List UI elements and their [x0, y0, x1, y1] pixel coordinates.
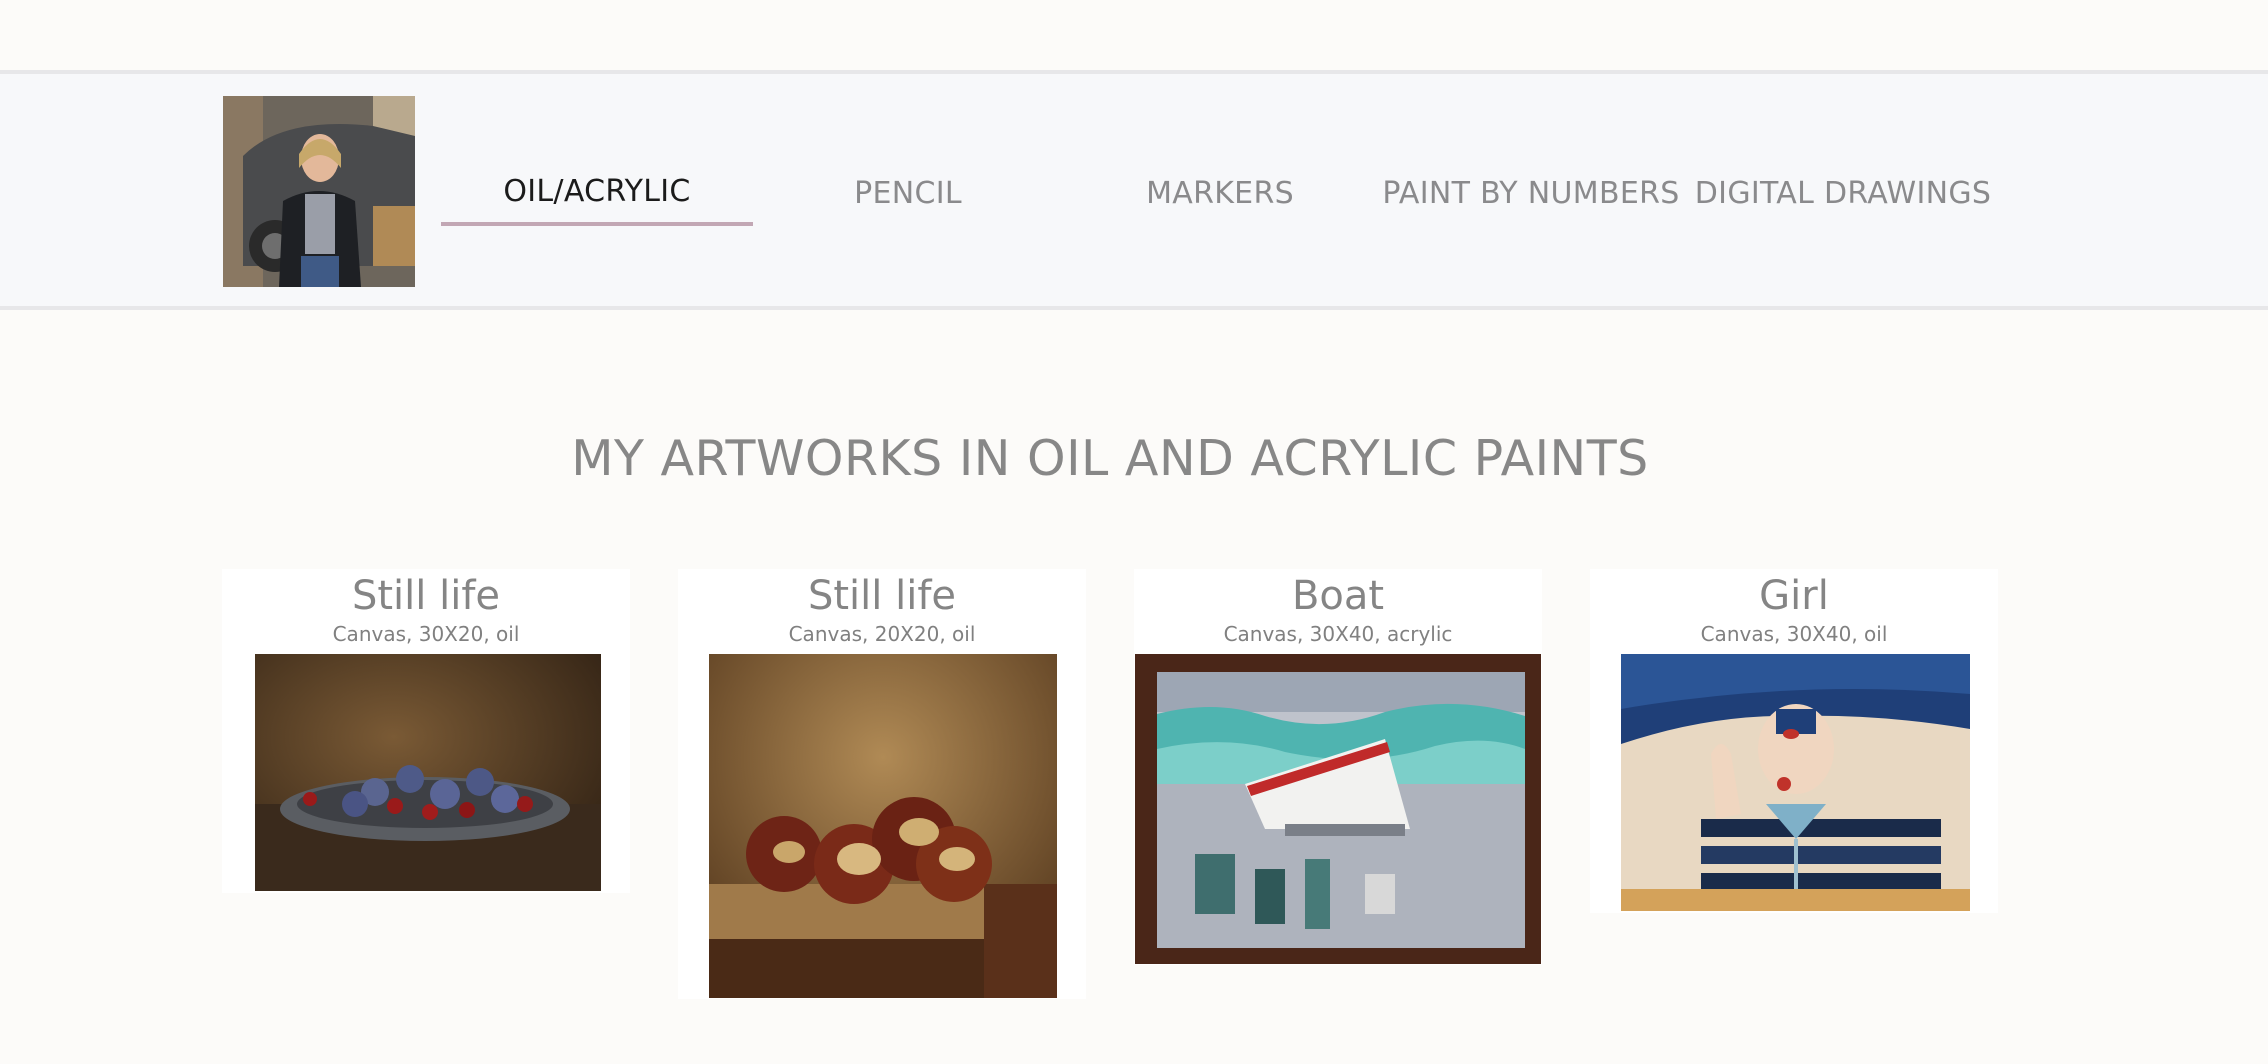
nav-tab-digital-drawings[interactable]: DIGITAL DRAWINGS	[1687, 160, 1999, 226]
artwork-title: Boat	[1291, 573, 1385, 619]
artwork-title: Still life	[807, 573, 957, 619]
artwork-title: Girl	[1759, 573, 1829, 619]
artwork-details: Canvas, 30X40, acrylic	[1223, 622, 1453, 646]
artist-avatar[interactable]	[223, 96, 415, 287]
artwork-image-still-life-cherries[interactable]	[255, 654, 601, 891]
artwork-image-girl[interactable]	[1621, 654, 1970, 911]
page-title: MY ARTWORKS IN OIL AND ACRYLIC PAINTS	[571, 430, 1649, 487]
artwork-image-boat[interactable]	[1135, 654, 1541, 964]
artwork-image-still-life-pomegranates[interactable]	[709, 654, 1057, 998]
artwork-details: Canvas, 30X40, oil	[1700, 622, 1888, 646]
nav-tab-paint-by-numbers[interactable]: PAINT BY NUMBERS	[1375, 160, 1687, 226]
nav-tab-markers[interactable]: MARKERS	[1064, 160, 1376, 226]
nav-tab-pencil[interactable]: PENCIL	[752, 160, 1064, 226]
artwork-details: Canvas, 20X20, oil	[788, 622, 976, 646]
nav-tab-oil-acrylic[interactable]: OIL/ACRYLIC	[441, 160, 753, 226]
top-bar	[0, 0, 2268, 70]
artwork-title: Still life	[351, 573, 501, 619]
artwork-details: Canvas, 30X20, oil	[332, 622, 520, 646]
